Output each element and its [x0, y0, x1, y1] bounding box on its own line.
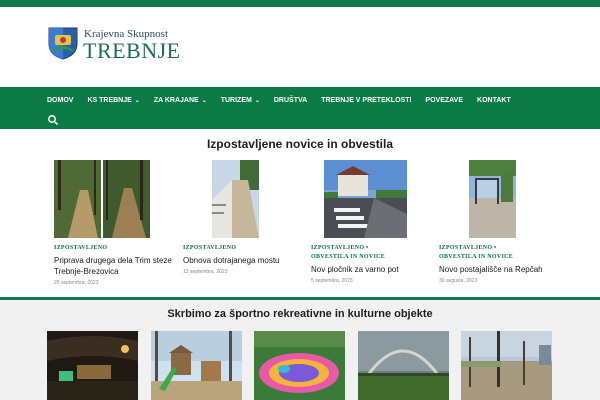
featured-news-heading: Izpostavljene novice in obvestila — [206, 137, 394, 151]
nav-item-label: DOMOV — [47, 96, 74, 104]
search-icon[interactable] — [47, 114, 59, 126]
nav-item-label: KONTAKT — [477, 96, 511, 104]
news-date: 5 septembra, 2023 — [311, 278, 353, 284]
chevron-down-icon: ⌄ — [134, 97, 140, 104]
logo-title: TREBNJE — [83, 38, 181, 63]
news-title-link[interactable]: Obnova dotrajanega mostu — [183, 255, 303, 266]
nav-item-domov[interactable]: DOMOV — [40, 87, 80, 113]
news-title-link[interactable]: Priprava drugega dela Trim steze Trebnje… — [54, 255, 174, 277]
news-image-bridge[interactable] — [212, 160, 259, 238]
sports-court-photo — [254, 331, 345, 400]
nav-menu: DOMOV KS TREBNJE ⌄ ZA KRAJANE ⌄ TURIZEM ⌄ D… — [40, 87, 518, 113]
nav-item-label: DRUŠTVA — [273, 96, 308, 104]
news-category[interactable]: IZPOSTAVLJENO — [54, 244, 174, 253]
nav-item-za-krajane[interactable]: ZA KRAJANE ⌄ — [147, 87, 214, 113]
nav-item-label: TREBNJE V PRETEKLOSTI — [321, 96, 412, 104]
news-title-link[interactable]: Novo postajališče na Repčah — [439, 264, 559, 275]
playground-photo — [151, 331, 242, 400]
field-rainbow-photo — [358, 331, 449, 400]
news-category[interactable]: OBVESTILA IN NOVICE — [439, 253, 559, 262]
trail-photo — [54, 160, 150, 238]
bridge-photo — [212, 160, 259, 238]
site-header: Krajevna Skupnost TREBNJE — [0, 7, 600, 87]
main-navigation: DOMOV KS TREBNJE ⌄ ZA KRAJANE ⌄ TURIZEM ⌄ D… — [0, 87, 600, 129]
news-category[interactable]: IZPOSTAVLJENO — [183, 244, 303, 253]
site-logo[interactable]: Krajevna Skupnost TREBNJE — [47, 26, 182, 68]
nav-item-turizem[interactable]: TURIZEM ⌄ — [214, 87, 267, 113]
nav-item-label: POVEZAVE — [425, 96, 464, 104]
chevron-down-icon: ⌄ — [254, 97, 260, 104]
chevron-down-icon: ⌄ — [201, 97, 207, 104]
facilities-heading: Skrbimo za športno rekreativne in kultur… — [167, 308, 433, 320]
nav-item-kontakt[interactable]: KONTAKT — [470, 87, 518, 113]
park-photo — [461, 331, 552, 400]
nav-item-drustva[interactable]: DRUŠTVA — [267, 87, 314, 113]
bus-stop-photo — [469, 160, 516, 238]
night-stage-photo — [47, 331, 138, 400]
nav-item-ks-trebnje[interactable]: KS TREBNJE ⌄ — [80, 87, 146, 113]
facility-image-field-rainbow[interactable] — [358, 331, 449, 400]
facility-image-playground[interactable] — [151, 331, 242, 400]
news-date: 20 septembra, 2023 — [54, 280, 99, 286]
news-image-sidewalk[interactable] — [324, 160, 407, 238]
news-card: IZPOSTAVLJENO Priprava drugega dela Trim… — [54, 160, 174, 286]
news-category[interactable]: OBVESTILA IN NOVICE — [311, 253, 431, 262]
news-category[interactable]: IZPOSTAVLJENO • — [311, 244, 431, 253]
news-date: 30 avgusta, 2023 — [439, 278, 478, 284]
news-title-link[interactable]: Nov pločnik za varno pot — [311, 264, 431, 275]
news-card: IZPOSTAVLJENO • OBVESTILA IN NOVICE Nov … — [311, 160, 431, 284]
news-image-trim-path[interactable] — [54, 160, 150, 238]
facility-image-park[interactable] — [461, 331, 552, 400]
nav-item-label: ZA KRAJANE — [153, 96, 199, 104]
news-category[interactable]: IZPOSTAVLJENO • — [439, 244, 559, 253]
sidewalk-photo — [324, 160, 407, 238]
top-accent-strip — [0, 0, 600, 7]
facility-image-night-stage[interactable] — [47, 331, 138, 400]
facility-image-sports-court[interactable] — [254, 331, 345, 400]
news-card: IZPOSTAVLJENO Obnova dotrajanega mostu 1… — [183, 160, 303, 275]
nav-item-povezave[interactable]: POVEZAVE — [418, 87, 470, 113]
nav-item-trebnje-v-preteklosti[interactable]: TREBNJE V PRETEKLOSTI — [314, 87, 418, 113]
news-image-bus-stop[interactable] — [469, 160, 516, 238]
news-date: 12 septembra, 2023 — [183, 269, 228, 275]
crest-shield-icon — [48, 27, 78, 60]
nav-item-label: KS TREBNJE — [87, 96, 132, 104]
news-card: IZPOSTAVLJENO • OBVESTILA IN NOVICE Novo… — [439, 160, 559, 284]
nav-item-label: TURIZEM — [220, 96, 252, 104]
